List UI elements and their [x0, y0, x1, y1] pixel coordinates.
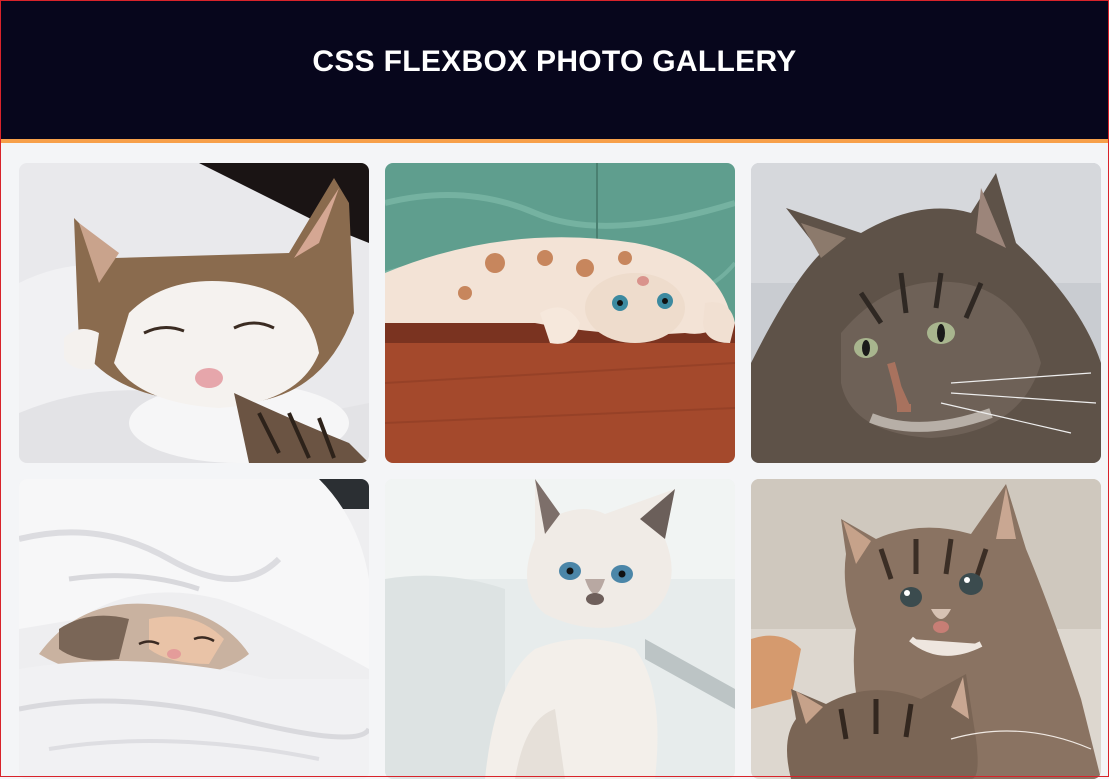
- cat-under-duvet-image: [19, 479, 369, 779]
- photo-gallery: [19, 163, 1101, 779]
- two-kittens-image: [751, 479, 1101, 779]
- page-title: CSS FLEXBOX PHOTO GALLERY: [312, 44, 797, 78]
- cat-on-floor-image: [385, 163, 735, 463]
- gallery-photo-white-kitten[interactable]: [385, 479, 735, 779]
- gallery-photo-cat-under-duvet[interactable]: [19, 479, 369, 779]
- gallery-photo-cat-on-floor[interactable]: [385, 163, 735, 463]
- white-kitten-image: [385, 479, 735, 779]
- sleeping-cat-image: [19, 163, 369, 463]
- gallery-photo-sleeping-cat[interactable]: [19, 163, 369, 463]
- gallery-photo-tabby-cat[interactable]: [751, 163, 1101, 463]
- gallery-photo-two-kittens[interactable]: [751, 479, 1101, 779]
- tabby-cat-image: [751, 163, 1101, 463]
- page-header: CSS FLEXBOX PHOTO GALLERY: [0, 0, 1109, 143]
